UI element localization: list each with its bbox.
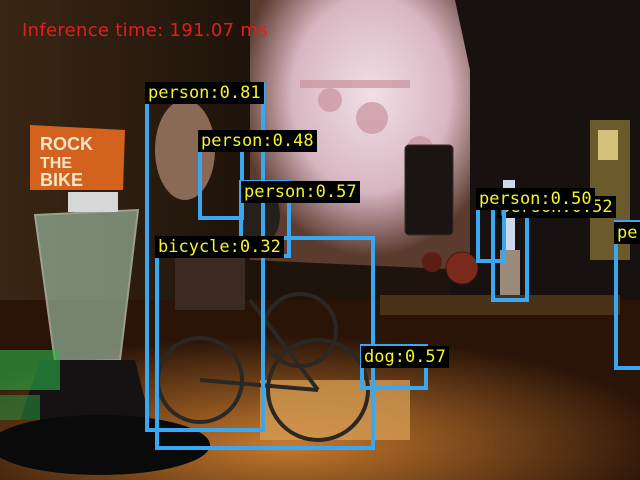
- banner: ROCK THE BIKE: [30, 125, 125, 190]
- detection-label-person-1: person:0.81: [145, 82, 264, 104]
- detection-label-person-edge: pe: [614, 222, 640, 244]
- detection-label-dog: dog:0.57: [361, 346, 449, 368]
- inference-time-text: Inference time: 191.07 ms: [22, 20, 268, 41]
- banner-text-rock: ROCK: [40, 134, 93, 154]
- detection-image: ROCK THE BIKE Inference time: 191.07 ms …: [0, 0, 640, 480]
- detection-label-person-3: person:0.57: [241, 181, 360, 203]
- detection-box-bicycle: [155, 236, 375, 450]
- detection-label-person-5: person:0.50: [476, 188, 595, 210]
- detection-label-bicycle: bicycle:0.32: [155, 236, 284, 258]
- detection-label-person-2: person:0.48: [198, 130, 317, 152]
- banner-text-bike: BIKE: [40, 170, 83, 190]
